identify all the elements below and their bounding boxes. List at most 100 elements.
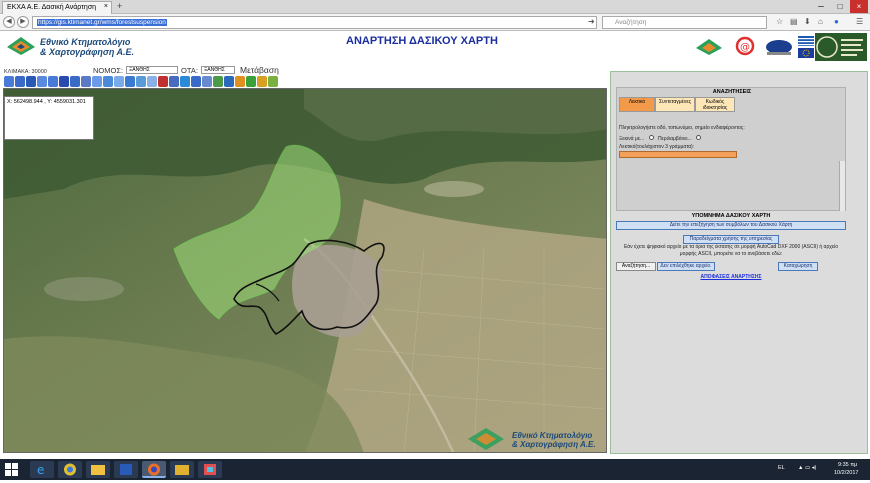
search-title: ΑΝΑΖΗΤΗΣΕΙΣ [712, 89, 752, 95]
zoom-in-icon[interactable] [4, 76, 14, 87]
word-icon[interactable] [114, 461, 138, 478]
clear-icon[interactable] [158, 76, 168, 87]
tray-icons[interactable]: ▲ ▭ ◂) [798, 465, 816, 471]
forward-icon[interactable]: ▶ [17, 16, 29, 28]
go-icon[interactable]: ➜ [588, 17, 595, 26]
text-field-label: Λεκτικό(τουλάχιστον 3 γράμματα): [619, 144, 695, 150]
digital-greece-logo-icon: @ [735, 36, 755, 56]
map-watermark-logo-icon [468, 428, 504, 450]
minimize-button[interactable]: ─ [812, 0, 830, 13]
browser-tabbar: ΕΚΧΑ Α.Ε. Δασική Ανάρτηση × + ─ □ × [0, 0, 870, 14]
browser-tab[interactable]: ΕΚΧΑ Α.Ε. Δασική Ανάρτηση × [2, 1, 112, 14]
zoom-previous-icon[interactable] [48, 76, 58, 87]
download-icon[interactable]: ⬇ [804, 17, 811, 26]
ota-select[interactable]: ΞΑΝΘΗΣ [201, 66, 235, 74]
tab-coordinates[interactable]: Συντεταγμένες [655, 97, 695, 112]
menu-icon[interactable]: ☰ [856, 17, 863, 26]
forest-layer-icon[interactable] [246, 76, 256, 87]
tab-close-icon[interactable]: × [104, 3, 108, 10]
upload-note: Εάν έχετε ψηφιακό αρχείο με τα όρια της … [623, 244, 839, 257]
chrome-icon[interactable] [58, 461, 82, 478]
page-header: Εθνικό Κτηματολόγιο & Χαρτογράφηση Α.Ε. … [0, 31, 870, 68]
browser-navbar: ◀ ▶ https://gis.ktimanet.gr/wms/forestsu… [0, 14, 870, 31]
coordinate-readout: X: 562498.944 , Y: 4559031.301 [4, 96, 94, 140]
tab-property-code[interactable]: Κωδικός ιδιοκτησίας [695, 97, 735, 112]
close-window-button[interactable]: × [850, 0, 868, 13]
print-icon[interactable] [125, 76, 135, 87]
file-explorer-icon[interactable] [86, 461, 110, 478]
clock-date[interactable]: 10/2/2017 [834, 470, 858, 476]
zoom-window-icon[interactable] [26, 76, 36, 87]
measure-distance-icon[interactable] [92, 76, 102, 87]
vegetation-icon[interactable] [268, 76, 278, 87]
match-options: Ξεκινά με... Περιλαμβάνει... [619, 135, 702, 142]
ie-icon[interactable]: e [30, 461, 54, 478]
goto-button[interactable]: Μετάβαση [240, 65, 279, 75]
sync-icon[interactable]: ● [834, 17, 839, 26]
maximize-button[interactable]: □ [831, 0, 849, 13]
greek-flag-icon [798, 36, 814, 58]
legend-button[interactable]: Δείτε την επεξήγηση των συμβόλων του Δασ… [616, 221, 846, 230]
search-panel: ΑΝΑΖΗΤΗΣΕΙΣ Λεκτικό Συντεταγμένες Κωδικό… [616, 87, 846, 211]
search-text-input[interactable] [619, 151, 737, 158]
home-icon[interactable]: ⌂ [818, 17, 823, 26]
starts-with-radio[interactable] [648, 135, 654, 140]
new-tab-button[interactable]: + [117, 1, 122, 11]
map-toolbar [4, 76, 286, 88]
windows-taskbar: e EL ▲ ▭ ◂) 9:35 πμ 10/2/2017 [0, 459, 870, 480]
map-canvas[interactable]: Εθνικό Κτηματολόγιο & Χαρτογράφηση Α.Ε. [3, 88, 607, 453]
edit-icon[interactable] [202, 76, 212, 87]
measure-area-icon[interactable] [103, 76, 113, 87]
library-icon[interactable]: ▤ [790, 17, 798, 26]
layers-icon[interactable] [136, 76, 146, 87]
paint-icon[interactable] [198, 461, 222, 478]
refresh-icon[interactable] [70, 76, 80, 87]
select-icon[interactable] [81, 76, 91, 87]
examples-button[interactable]: Παραδείγματα χρήσης της υπηρεσίας [683, 235, 779, 244]
pointer-icon[interactable] [147, 76, 157, 87]
no-file-label: Δεν επιλέχθηκε αρχείο. [657, 262, 715, 271]
zoom-extent-icon[interactable] [37, 76, 47, 87]
ministry-logo-icon [815, 33, 867, 61]
draw-polygon-icon[interactable] [191, 76, 201, 87]
back-icon[interactable]: ◀ [3, 16, 15, 28]
folder-icon[interactable] [170, 461, 194, 478]
info-icon[interactable] [114, 76, 124, 87]
map-controls: ΝΟΜΟΣ: ΞΑΝΘΗΣ ΟΤΑ: ΞΑΝΘΗΣ Μετάβαση [0, 65, 610, 75]
windows-start-icon[interactable] [5, 463, 18, 476]
search-panel-scrollbar[interactable] [839, 161, 845, 211]
tab-lektiko[interactable]: Λεκτικό [619, 97, 655, 112]
url-bar[interactable]: https://gis.ktimanet.gr/wms/forestsuspen… [32, 16, 597, 29]
orthophoto-icon[interactable] [213, 76, 223, 87]
clock-time[interactable]: 9:35 πμ [838, 462, 857, 468]
decisions-link[interactable]: ΑΠΟΦΑΣΕΙΣ ΑΝΑΡΤΗΣΗΣ [616, 274, 846, 280]
help-icon[interactable] [235, 76, 245, 87]
browse-button[interactable]: Αναζήτηση... [616, 262, 656, 271]
browser-search-input[interactable]: Αναζήτηση [602, 16, 767, 29]
contains-radio[interactable] [696, 135, 702, 140]
contains-label: Περιλαμβάνει... [657, 136, 692, 142]
tree-icon[interactable] [257, 76, 267, 87]
firefox-icon[interactable] [142, 461, 166, 478]
nomos-label: ΝΟΜΟΣ: [93, 66, 124, 75]
svg-text:e: e [37, 463, 44, 477]
pan-icon[interactable] [59, 76, 69, 87]
zoom-out-icon[interactable] [15, 76, 25, 87]
svg-text:@: @ [740, 42, 750, 53]
export-icon[interactable] [224, 76, 234, 87]
nomos-select[interactable]: ΞΑΝΘΗΣ [126, 66, 178, 74]
legend-title: ΥΠΟΜΝΗΜΑ ΔΑΣΙΚΟΥ ΧΑΡΤΗ [691, 213, 771, 219]
url-text: https://gis.ktimanet.gr/wms/forestsuspen… [37, 19, 167, 26]
ekxa-logo-icon [696, 39, 722, 55]
file-upload: Αναζήτηση... Δεν επιλέχθηκε αρχείο. [616, 262, 715, 271]
rotate-icon[interactable] [180, 76, 190, 87]
page-title: ΑΝΑΡΤΗΣΗ ΔΑΣΙΚΟΥ ΧΑΡΤΗ [346, 35, 498, 47]
submit-button[interactable]: Καταχώρηση [778, 262, 818, 271]
map-watermark-text: Εθνικό Κτηματολόγιο & Χαρτογράφηση Α.Ε. [512, 431, 596, 449]
star-icon[interactable]: ☆ [776, 17, 783, 26]
starts-with-label: Ξεκινά με... [619, 136, 645, 142]
aerial-map [4, 89, 606, 452]
tab-title: ΕΚΧΑ Α.Ε. Δασική Ανάρτηση [7, 4, 97, 11]
language-indicator[interactable]: EL [778, 465, 785, 471]
draw-line-icon[interactable] [169, 76, 179, 87]
